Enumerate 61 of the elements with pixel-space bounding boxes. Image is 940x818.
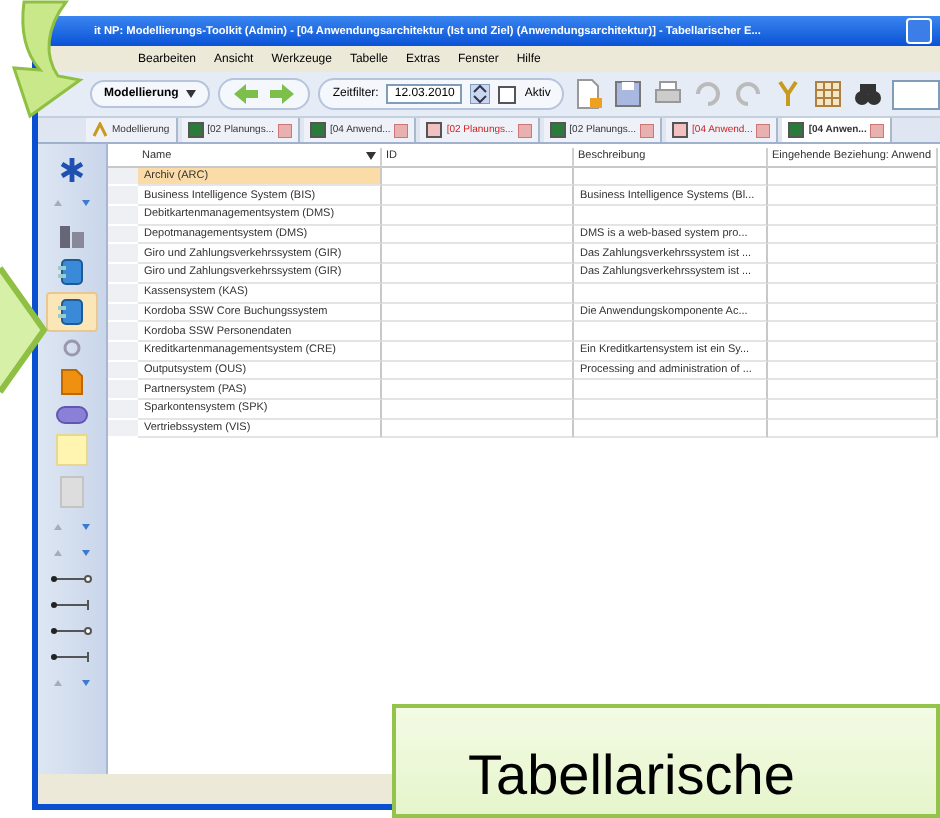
grid-icon xyxy=(812,78,845,110)
connector-icon xyxy=(50,651,94,661)
component-icon xyxy=(58,258,86,286)
document-icon xyxy=(60,368,84,396)
tab-icon xyxy=(310,122,326,138)
scroll-arrows-icon xyxy=(50,197,94,207)
sort-caret-icon xyxy=(366,152,376,161)
scroll-arrows-icon xyxy=(50,521,94,531)
row-header[interactable] xyxy=(108,419,138,439)
close-icon xyxy=(640,123,655,137)
binoculars-icon xyxy=(852,78,885,110)
building-icon xyxy=(58,220,86,248)
callout-label: Tabellarische xyxy=(392,704,940,818)
close-icon xyxy=(278,123,292,137)
scroll-arrows-icon xyxy=(50,677,94,687)
row-header[interactable] xyxy=(108,380,138,400)
spinner-icon xyxy=(470,84,491,104)
row-header[interactable] xyxy=(108,399,138,420)
row-header[interactable] xyxy=(108,322,138,342)
row-header[interactable] xyxy=(108,244,138,265)
forward-arrow-icon xyxy=(268,84,297,104)
row-header[interactable] xyxy=(108,186,138,207)
connector-icon xyxy=(50,573,94,583)
close-icon xyxy=(870,123,885,137)
close-icon xyxy=(517,123,532,137)
row-header[interactable] xyxy=(108,206,138,226)
active-checkbox[interactable] xyxy=(498,85,517,103)
note-icon xyxy=(56,434,88,466)
row-header[interactable] xyxy=(108,167,138,187)
close-icon xyxy=(756,123,771,137)
tab-icon xyxy=(788,122,805,138)
row-header[interactable] xyxy=(108,283,138,303)
tab-icon xyxy=(187,122,204,138)
tab-icon xyxy=(672,122,689,138)
asterisk-icon xyxy=(58,156,86,184)
row-header[interactable] xyxy=(108,303,138,323)
component-icon xyxy=(58,298,86,326)
save-icon xyxy=(612,78,645,110)
row-header[interactable] xyxy=(108,225,138,245)
connector-icon xyxy=(50,599,94,609)
row-header[interactable] xyxy=(108,341,138,362)
caret-icon xyxy=(186,90,197,98)
scroll-arrows-icon xyxy=(50,547,94,557)
tab-icon xyxy=(426,122,443,138)
frame-icon xyxy=(60,476,84,508)
circle-icon xyxy=(62,338,82,358)
back-arrow-icon xyxy=(232,84,261,104)
search-field[interactable] xyxy=(892,79,940,109)
tab-icon xyxy=(549,122,566,138)
pointer-arrow xyxy=(0,264,48,396)
pill-icon xyxy=(56,406,88,424)
minimize-button[interactable] xyxy=(906,18,932,44)
tab-icon xyxy=(92,122,108,138)
undo-icon xyxy=(692,78,725,110)
redo-icon xyxy=(732,78,765,110)
row-header[interactable] xyxy=(108,361,138,381)
new-document-icon xyxy=(572,78,605,110)
connector-icon xyxy=(50,625,94,635)
close-icon xyxy=(394,123,409,137)
palette-tool[interactable] xyxy=(46,292,98,332)
row-header[interactable] xyxy=(108,264,138,284)
